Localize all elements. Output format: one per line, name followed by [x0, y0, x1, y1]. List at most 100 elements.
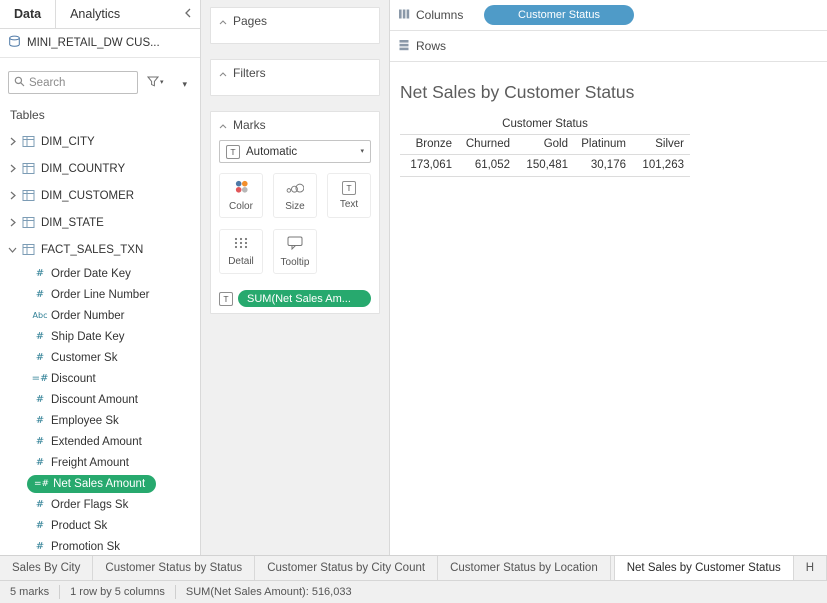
filters-card-title: Filters — [233, 66, 266, 80]
field-row[interactable]: #Ship Date Key — [0, 326, 200, 347]
search-row: ▾ ▾ — [8, 71, 192, 94]
calculated-field-icon: =# — [29, 373, 51, 384]
field-row[interactable]: AbcOrder Number — [0, 305, 200, 326]
detail-button[interactable]: Detail — [219, 229, 263, 274]
tables-heading: Tables — [10, 108, 190, 122]
number-field-icon: # — [29, 394, 51, 405]
field-row[interactable]: =#Discount — [0, 368, 200, 389]
search-input[interactable] — [29, 77, 132, 89]
mark-type-dropdown[interactable]: T Automatic ▾ — [219, 140, 371, 163]
filters-card[interactable]: Filters — [210, 59, 380, 96]
field-row[interactable]: #Order Line Number — [0, 284, 200, 305]
value-cell[interactable]: 30,176 — [574, 155, 632, 176]
number-field-icon: # — [29, 499, 51, 510]
rows-shelf-label: Rows — [398, 39, 476, 54]
field-row[interactable]: #Freight Amount — [0, 452, 200, 473]
caret-down-icon: ▾ — [182, 79, 187, 89]
field-row[interactable]: #Product Sk — [0, 515, 200, 536]
field-label: Order Line Number — [51, 289, 149, 301]
chevron-up-icon — [219, 118, 227, 132]
table-icon — [22, 189, 35, 202]
value-cell[interactable]: 61,052 — [458, 155, 516, 176]
field-row[interactable]: #Employee Sk — [0, 410, 200, 431]
text-encoding-icon[interactable]: T — [219, 292, 233, 306]
table-label: DIM_CUSTOMER — [41, 190, 134, 202]
tooltip-button[interactable]: Tooltip — [273, 229, 317, 274]
sheet-tab[interactable]: Customer Status by Location — [438, 556, 611, 580]
dimension-pill[interactable]: Customer Status — [484, 5, 634, 25]
field-row[interactable]: #Discount Amount — [0, 389, 200, 410]
field-label: Discount — [51, 373, 96, 385]
table-row[interactable]: DIM_STATE — [0, 209, 200, 236]
search-box[interactable] — [8, 71, 138, 94]
field-row[interactable]: #Extended Amount — [0, 431, 200, 452]
color-button[interactable]: Color — [219, 173, 263, 218]
chevron-left-icon — [185, 7, 191, 21]
pages-card[interactable]: Pages — [210, 7, 380, 44]
column-header[interactable]: Silver — [632, 135, 690, 154]
field-row[interactable]: #Order Flags Sk — [0, 494, 200, 515]
status-bar: 5 marks 1 row by 5 columns SUM(Net Sales… — [0, 580, 827, 603]
value-cell[interactable]: 150,481 — [516, 155, 574, 176]
tooltip-label: Tooltip — [281, 257, 310, 268]
columns-shelf[interactable]: Columns Customer Status — [390, 0, 827, 31]
number-field-icon: # — [29, 289, 51, 300]
column-dimension-header[interactable]: Customer Status — [400, 114, 690, 134]
column-header[interactable]: Gold — [516, 135, 574, 154]
chevron-right-icon[interactable] — [5, 137, 20, 146]
field-row[interactable]: #Promotion Sk — [0, 536, 200, 555]
column-header[interactable]: Platinum — [574, 135, 632, 154]
chevron-right-icon[interactable] — [5, 218, 20, 227]
text-button[interactable]: T Text — [327, 173, 371, 218]
table-row-expanded[interactable]: FACT_SALES_TXN — [0, 236, 200, 263]
filter-fields-button[interactable]: ▾ — [147, 76, 164, 90]
value-cell[interactable]: 101,263 — [632, 155, 690, 176]
number-field-icon: # — [29, 331, 51, 342]
sheet-tab-partial[interactable]: H — [794, 556, 827, 580]
columns-icon — [398, 8, 410, 23]
sheet-tab-active[interactable]: Net Sales by Customer Status — [614, 556, 794, 580]
table-list: DIM_CITY DIM_COUNTRY DIM_CUSTOMER DIM_ST… — [0, 128, 200, 555]
table-icon — [22, 162, 35, 175]
table-row[interactable]: DIM_CITY — [0, 128, 200, 155]
field-row[interactable]: #Customer Sk — [0, 347, 200, 368]
calculated-field-icon: =# — [34, 479, 49, 489]
field-label: Order Date Key — [51, 268, 131, 280]
text-label: Text — [340, 199, 358, 210]
tab-data[interactable]: Data — [0, 0, 56, 28]
datasource-row[interactable]: MINI_RETAIL_DW CUS... — [0, 29, 200, 58]
field-row-selected[interactable]: =# Net Sales Amount — [0, 473, 200, 494]
rows-shelf[interactable]: Rows — [390, 31, 827, 62]
column-headers-row: Bronze Churned Gold Platinum Silver — [400, 134, 690, 155]
text-icon: T — [342, 181, 356, 195]
column-header[interactable]: Churned — [458, 135, 516, 154]
table-label: DIM_COUNTRY — [41, 163, 125, 175]
mark-type-value: Automatic — [246, 146, 297, 158]
chevron-right-icon[interactable] — [5, 164, 20, 173]
table-row[interactable]: DIM_CUSTOMER — [0, 182, 200, 209]
tooltip-icon — [287, 236, 303, 253]
column-header[interactable]: Bronze — [400, 135, 458, 154]
aggregation-summary: SUM(Net Sales Amount): 516,033 — [176, 586, 362, 598]
size-button[interactable]: Size — [273, 173, 317, 218]
selected-field-pill[interactable]: =# Net Sales Amount — [27, 475, 156, 493]
sheet-title[interactable]: Net Sales by Customer Status — [400, 82, 634, 103]
table-row[interactable]: DIM_COUNTRY — [0, 155, 200, 182]
pane-tab-bar: Data Analytics — [0, 0, 200, 29]
value-cell[interactable]: 173,061 — [400, 155, 458, 176]
sheet-tab[interactable]: Sales By City — [0, 556, 93, 580]
table-label: DIM_CITY — [41, 136, 95, 148]
detail-icon — [234, 237, 248, 252]
chevron-right-icon[interactable] — [5, 191, 20, 200]
collapse-pane-button[interactable] — [185, 0, 200, 28]
sheet-tab[interactable]: Customer Status by City Count — [255, 556, 438, 580]
measure-pill[interactable]: SUM(Net Sales Am... — [238, 290, 371, 307]
tab-analytics[interactable]: Analytics — [56, 0, 134, 28]
sheet-tab[interactable]: Customer Status by Status — [93, 556, 255, 580]
field-label: Order Number — [51, 310, 125, 322]
shelves: Columns Customer Status Rows — [390, 0, 827, 62]
text-mark-icon: T — [226, 145, 240, 159]
chevron-down-icon[interactable] — [5, 247, 20, 253]
field-row[interactable]: #Order Date Key — [0, 263, 200, 284]
pane-options-menu-button[interactable]: ▾ — [182, 76, 192, 90]
